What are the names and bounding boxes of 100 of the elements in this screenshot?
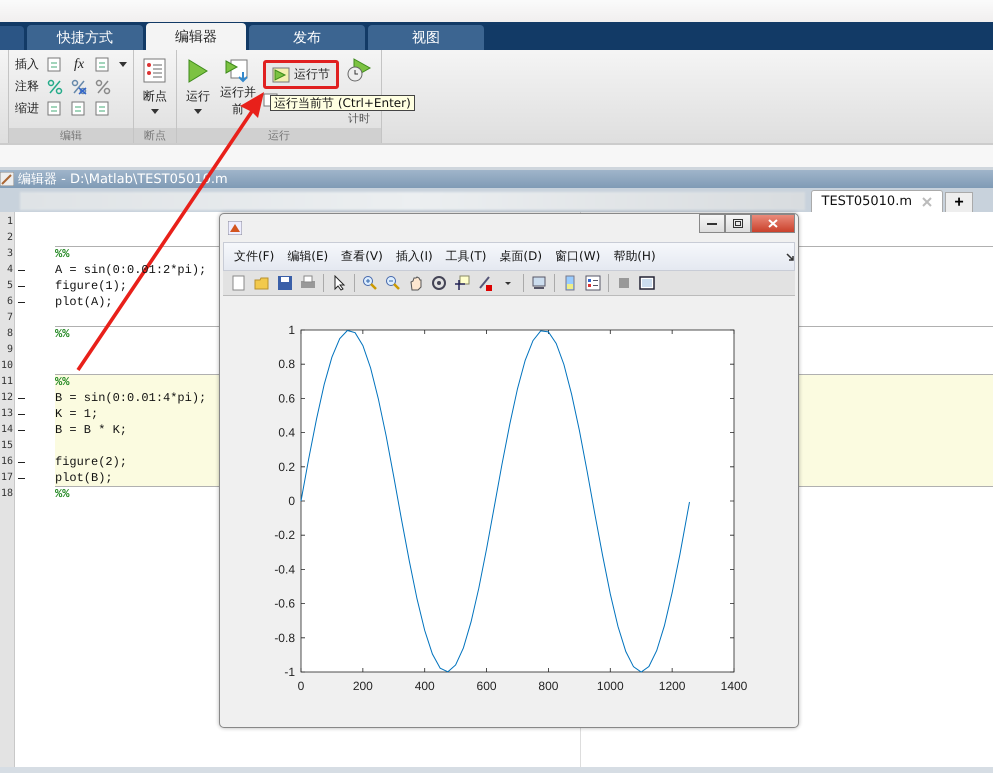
code-line: B = sin(0:0.01:4*pi); xyxy=(55,390,206,406)
line-number: 9 xyxy=(6,343,13,357)
ribbon-tab[interactable]: 发布 xyxy=(249,25,365,50)
code-line: B = B * K; xyxy=(55,422,128,438)
menu-item[interactable]: 文件(F) xyxy=(230,248,284,265)
y-tick-label: 0.6 xyxy=(278,391,295,406)
code-line: plot(A); xyxy=(55,294,113,310)
minimize-icon xyxy=(707,222,717,226)
code-line: plot(B); xyxy=(55,470,113,486)
add-tab-button[interactable]: + xyxy=(945,192,973,212)
x-tick-label: 200 xyxy=(352,679,373,693)
x-tick-label: 1400 xyxy=(720,679,748,693)
y-tick-label: -0.2 xyxy=(274,528,295,542)
section-marker: %% xyxy=(55,326,70,342)
zoom-in-icon[interactable] xyxy=(362,275,378,291)
new-file-icon[interactable] xyxy=(231,275,247,291)
menu-item[interactable]: 桌面(D) xyxy=(495,248,552,265)
y-tick-label: -0.4 xyxy=(274,562,295,576)
x-tick-label: 1000 xyxy=(596,679,624,693)
ribbon-tab[interactable]: 视图 xyxy=(368,25,484,50)
data-cursor-icon[interactable] xyxy=(454,275,470,291)
y-tick-label: 0 xyxy=(288,494,295,508)
function-button[interactable]: fx xyxy=(71,56,87,72)
tooltip: 运行当前节 (Ctrl+Enter) xyxy=(270,95,415,111)
menu-item[interactable]: 编辑(E) xyxy=(283,248,338,265)
x-tick-label: 0 xyxy=(298,679,304,693)
section-marker: %% xyxy=(55,486,70,502)
line-number: 13 xyxy=(0,407,13,421)
group-label: 运行 xyxy=(177,128,381,143)
ribbon-button[interactable]: 注释 xyxy=(15,78,39,95)
line-number: 18 xyxy=(0,487,13,501)
y-tick-label: -0.8 xyxy=(274,630,295,645)
print-icon[interactable] xyxy=(300,275,316,291)
code-line: figure(2); xyxy=(55,454,128,470)
section-marker: %% xyxy=(55,374,70,390)
menu-item[interactable]: 窗口(W) xyxy=(551,248,610,265)
y-tick-label: 0.8 xyxy=(278,357,295,372)
dropdown-caret-icon xyxy=(151,109,159,115)
breakpoint-list-icon xyxy=(143,58,167,84)
x-tick-label: 400 xyxy=(414,679,435,693)
ribbon-tab[interactable]: 编辑器 xyxy=(146,23,246,50)
file-tab[interactable]: TEST05010.m xyxy=(810,190,943,212)
play-icon xyxy=(186,58,210,84)
line-number: 7 xyxy=(6,311,13,325)
menu-item[interactable]: 插入(I) xyxy=(392,248,442,265)
line-number: 2 xyxy=(6,231,13,245)
percent-icon[interactable] xyxy=(47,78,63,94)
run-section-icon xyxy=(272,66,290,82)
line-number: 10 xyxy=(0,359,13,373)
ribbon-button[interactable]: 缩进 xyxy=(15,100,39,117)
y-tick-label: 1 xyxy=(288,323,295,337)
run-section-button[interactable]: 运行节 xyxy=(263,60,339,89)
stopwatch-icon xyxy=(346,58,372,84)
percent-icon[interactable] xyxy=(95,78,111,94)
menu-item[interactable]: 工具(T) xyxy=(442,248,496,265)
line-number: 12 xyxy=(0,391,13,405)
link-plot-icon[interactable] xyxy=(531,275,547,291)
line-number: 8 xyxy=(6,327,13,341)
dock-arrow-icon[interactable] xyxy=(786,252,794,260)
y-tick-label: -0.6 xyxy=(274,596,295,611)
percent-icon[interactable] xyxy=(71,78,87,94)
legend-icon[interactable] xyxy=(585,275,601,291)
minimize-button[interactable] xyxy=(699,214,725,233)
x-tick-label: 600 xyxy=(476,679,497,693)
code-line: K = 1; xyxy=(55,406,98,422)
ribbon-button[interactable]: 插入 xyxy=(15,56,39,73)
dropdown-caret-icon xyxy=(194,109,202,115)
x-tick-label: 1200 xyxy=(658,679,686,693)
line-number: 1 xyxy=(6,215,13,229)
ribbon-tab[interactable]: 快捷方式 xyxy=(27,25,143,50)
close-button[interactable] xyxy=(751,214,795,233)
line-number: 16 xyxy=(0,455,13,469)
zoom-out-icon[interactable] xyxy=(385,275,401,291)
y-tick-label: 0.2 xyxy=(278,460,295,474)
x-tick-label: 800 xyxy=(538,679,558,693)
hand-icon[interactable] xyxy=(408,275,424,291)
rotate-icon[interactable] xyxy=(431,275,447,291)
app-logo-icon xyxy=(228,221,242,235)
show-tools-icon[interactable] xyxy=(639,275,655,291)
line-number: 14 xyxy=(0,423,13,437)
save-icon[interactable] xyxy=(277,275,293,291)
line-number: 11 xyxy=(0,375,13,389)
line-number: 6 xyxy=(6,295,13,309)
run-button[interactable]: 运行 xyxy=(183,54,213,128)
menu-item[interactable]: 查看(V) xyxy=(337,248,392,265)
brush-icon[interactable] xyxy=(477,275,493,291)
line-number: 5 xyxy=(6,279,13,293)
dropdown-caret-icon[interactable] xyxy=(119,62,127,68)
group-label: 编辑 xyxy=(9,128,133,143)
menu-item[interactable]: 帮助(H) xyxy=(609,248,665,265)
line-number: 3 xyxy=(6,247,13,261)
breakpoints-button[interactable]: 断点 xyxy=(140,54,170,128)
group-label: 断点 xyxy=(134,128,176,143)
section-marker: %% xyxy=(55,246,70,262)
code-line: figure(1); xyxy=(55,278,128,294)
line-number: 4 xyxy=(6,263,13,277)
maximize-button[interactable] xyxy=(725,214,751,233)
line-number: 15 xyxy=(0,439,13,453)
y-tick-label: -1 xyxy=(284,665,295,679)
close-icon xyxy=(768,219,778,228)
